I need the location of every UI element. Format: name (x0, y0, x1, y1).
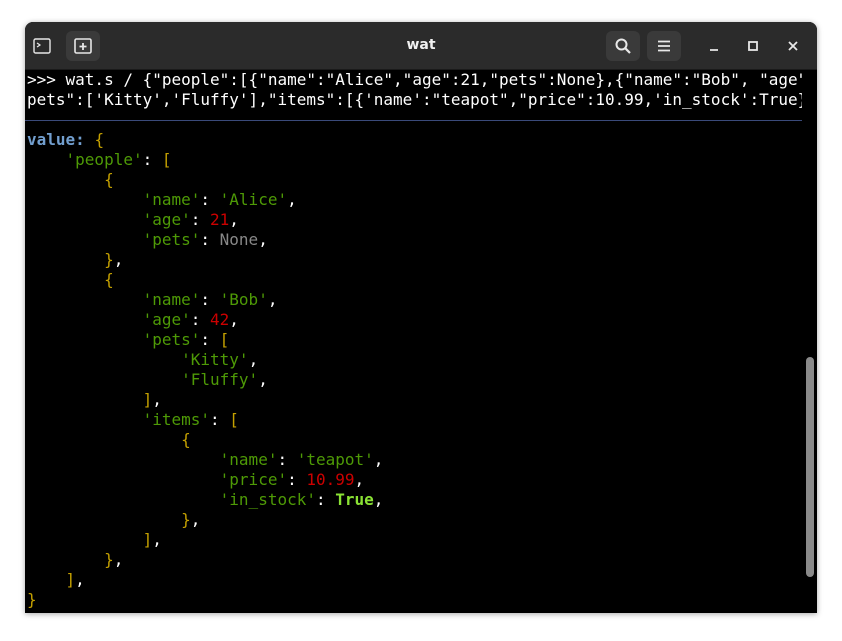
output-line: { (104, 270, 114, 289)
output-line: 'people': [ (65, 150, 172, 169)
output-line: }, (181, 510, 201, 529)
output-line: }, (104, 250, 124, 269)
output-line: { (104, 170, 114, 189)
hamburger-menu-icon (658, 40, 670, 52)
new-tab-icon (74, 38, 92, 54)
output-line: 'pets': None, (142, 230, 268, 249)
maximize-button[interactable] (741, 34, 765, 58)
minimize-button[interactable] (702, 34, 726, 58)
title-bar: wat (25, 22, 817, 70)
terminal-icon[interactable] (25, 31, 59, 61)
output-line: 'items': [ (142, 410, 239, 429)
scrollbar-thumb[interactable] (806, 357, 814, 577)
command-line-continuation: pets":['Kitty','Fluffy'],"items":[{'name… (27, 90, 817, 109)
output-line: ], (142, 530, 162, 549)
output-separator (25, 120, 802, 121)
output-line: } (27, 590, 37, 609)
output-line: }, (104, 550, 124, 569)
terminal-output[interactable]: >>> wat.s / {"people":[{"name":"Alice","… (25, 70, 817, 613)
output-line: 'Kitty', (181, 350, 259, 369)
output-line: 'Fluffy', (181, 370, 268, 389)
output-line: 'name': 'teapot', (219, 450, 384, 469)
output-line: 'name': 'Alice', (142, 190, 297, 209)
close-icon (788, 41, 798, 51)
output-line: value: { (27, 130, 105, 149)
output-line: 'in_stock': True, (219, 490, 384, 509)
output-line: 'age': 21, (142, 210, 239, 229)
search-icon (615, 38, 631, 54)
output-line: 'name': 'Bob', (142, 290, 278, 309)
terminal-window: wat >>> wat.s / {"people":[{"name":"Alic… (25, 22, 817, 613)
search-button[interactable] (606, 31, 640, 61)
output-line: 'age': 42, (142, 310, 239, 329)
minimize-icon (710, 49, 718, 51)
window-title: wat (406, 37, 436, 53)
output-line: 'pets': [ (142, 330, 230, 349)
output-line: 'price': 10.99, (219, 470, 365, 489)
output-line: ], (142, 390, 162, 409)
output-line: ], (65, 570, 85, 589)
close-button[interactable] (781, 34, 805, 58)
command-line: >>> wat.s / {"people":[{"name":"Alice","… (27, 70, 817, 89)
output-line: { (181, 430, 191, 449)
maximize-icon (748, 41, 758, 51)
new-tab-button[interactable] (66, 31, 100, 61)
menu-button[interactable] (647, 31, 681, 61)
